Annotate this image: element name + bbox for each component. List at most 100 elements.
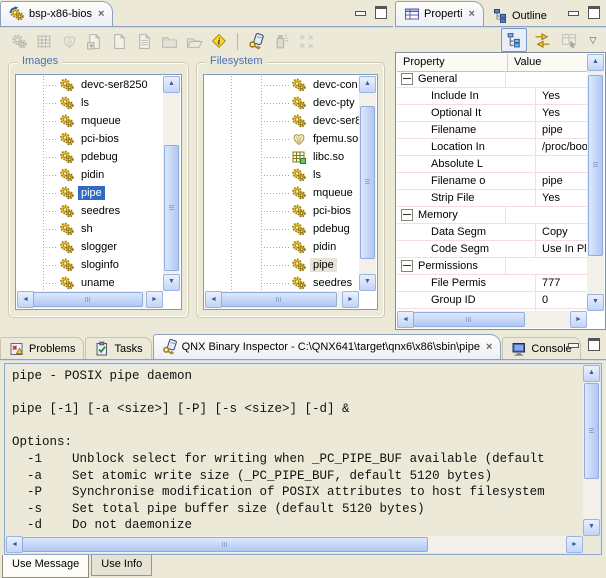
add-library-icon[interactable] [32, 30, 56, 52]
scroll-down-button[interactable]: ▼ [587, 294, 604, 311]
open-folder-icon[interactable] [182, 30, 206, 52]
folder-icon[interactable] [157, 30, 181, 52]
property-row[interactable]: Filename pipe [397, 122, 587, 139]
minimize-button[interactable] [352, 5, 369, 19]
scrollbar-thumb[interactable] [360, 106, 375, 259]
scroll-right-button[interactable]: ► [342, 291, 359, 308]
scrollbar-thumb[interactable] [584, 383, 599, 479]
view-menu-button[interactable]: ▽ [584, 35, 602, 46]
scrollbar-thumb[interactable] [33, 292, 143, 307]
property-row[interactable]: Absolute L [397, 156, 587, 173]
scroll-left-button[interactable]: ◄ [6, 536, 23, 553]
property-row[interactable]: Include In Yes [397, 88, 587, 105]
scroll-left-button[interactable]: ◄ [205, 291, 222, 308]
tab-properties[interactable]: Properti × [395, 1, 484, 26]
bottom-tab[interactable]: Problems × [0, 337, 84, 359]
tree-item[interactable]: pdebug [205, 220, 359, 238]
scroll-down-button[interactable]: ▼ [359, 274, 376, 291]
tree-item[interactable]: pidin [205, 238, 359, 256]
binary-inspector-icon[interactable] [244, 30, 268, 52]
script-file-icon[interactable] [132, 30, 156, 52]
scrollbar-thumb[interactable] [22, 537, 428, 552]
tree-item[interactable]: libc.so [205, 148, 359, 166]
tree-item[interactable]: devc-pty [205, 94, 359, 112]
scrollbar-thumb[interactable] [221, 292, 337, 307]
tree-item[interactable]: pdebug [17, 148, 163, 166]
property-row[interactable]: Location In /proc/boot [397, 139, 587, 156]
shell-icon[interactable] [57, 30, 81, 52]
combine-icon[interactable] [294, 30, 318, 52]
tree-item[interactable]: devc-con [205, 76, 359, 94]
footer-tab[interactable]: Use Message [2, 555, 89, 578]
expander-minus-icon[interactable] [401, 73, 413, 85]
tree-item[interactable]: ls [17, 94, 163, 112]
property-row[interactable]: Optional It Yes [397, 105, 587, 122]
info-icon[interactable] [207, 30, 231, 52]
new-file-icon[interactable] [107, 30, 131, 52]
vertical-scrollbar[interactable]: ▲▼ [359, 76, 376, 291]
tree-item[interactable]: seedres [17, 202, 163, 220]
scroll-left-button[interactable]: ◄ [397, 311, 414, 328]
expander-minus-icon[interactable] [401, 260, 413, 272]
show-tree-button[interactable] [501, 28, 527, 52]
usage-text[interactable]: pipe - POSIX pipe daemon pipe [-1] [-a <… [12, 368, 580, 535]
property-row[interactable]: Code Segm Use In Place [397, 241, 587, 258]
tree-item[interactable]: mqueue [205, 184, 359, 202]
tree-item[interactable]: uname [17, 274, 163, 291]
scroll-left-button[interactable]: ◄ [17, 291, 34, 308]
tree-item[interactable]: sh [17, 220, 163, 238]
close-icon[interactable]: × [469, 8, 475, 20]
property-row[interactable]: Permissions [397, 258, 587, 275]
scroll-down-button[interactable]: ▼ [163, 274, 180, 291]
tree-item[interactable]: mqueue [17, 112, 163, 130]
images-tree[interactable]: devc-ser8250 ls mqueue pci-bios pdebug p… [15, 74, 182, 310]
value-column-header[interactable]: Value [508, 54, 587, 71]
tab-outline[interactable]: Outline [484, 5, 555, 26]
copy-file-icon[interactable] [82, 30, 106, 52]
scroll-down-button[interactable]: ▼ [583, 519, 600, 536]
property-row[interactable]: Group ID 0 [397, 292, 587, 309]
tree-item[interactable]: seedres [205, 274, 359, 291]
tree-item[interactable]: devc-ser8250 [17, 76, 163, 94]
close-icon[interactable]: × [98, 8, 104, 20]
restore-value-button[interactable] [557, 29, 581, 51]
tree-item[interactable]: pidin [17, 166, 163, 184]
gears-icon[interactable] [7, 30, 31, 52]
bottom-tab[interactable]: QNX Binary Inspector - C:\QNX641\target\… [153, 334, 502, 359]
tree-item[interactable]: pci-bios [17, 130, 163, 148]
scroll-right-button[interactable]: ► [570, 311, 587, 328]
tree-item[interactable]: pci-bios [205, 202, 359, 220]
scroll-up-button[interactable]: ▲ [587, 54, 604, 71]
pin-button[interactable] [530, 29, 554, 51]
property-row[interactable]: Strip File Yes [397, 190, 587, 207]
maximize-button[interactable] [586, 5, 603, 19]
bottom-tab[interactable]: Tasks × [85, 337, 151, 359]
vertical-scrollbar[interactable]: ▲▼ [163, 76, 180, 291]
scrollbar-thumb[interactable] [588, 75, 603, 257]
tree-item[interactable]: pipe [205, 256, 359, 274]
filesystem-tree[interactable]: devc-con devc-pty devc-ser8250 fpemu.so.… [203, 74, 378, 310]
minimize-button[interactable] [565, 5, 582, 19]
horizontal-scrollbar[interactable]: ◄► [205, 291, 359, 308]
property-column-header[interactable]: Property [397, 54, 508, 71]
property-row[interactable]: Filename o pipe [397, 173, 587, 190]
tree-item[interactable]: ls [205, 166, 359, 184]
tree-item[interactable]: slogger [17, 238, 163, 256]
scroll-up-button[interactable]: ▲ [583, 365, 600, 382]
tree-item[interactable]: pipe [17, 184, 163, 202]
property-row[interactable]: Data Segm Copy [397, 224, 587, 241]
property-row[interactable]: General [397, 71, 587, 88]
scroll-up-button[interactable]: ▲ [163, 76, 180, 93]
property-row[interactable]: File Permis 777 [397, 275, 587, 292]
horizontal-scrollbar[interactable]: ◄► [397, 311, 587, 328]
footer-tab[interactable]: Use Info [91, 555, 152, 576]
tree-item[interactable]: sloginfo [17, 256, 163, 274]
scroll-right-button[interactable]: ► [146, 291, 163, 308]
horizontal-scrollbar[interactable]: ◄► [17, 291, 163, 308]
maximize-button[interactable] [373, 5, 390, 19]
scrollbar-thumb[interactable] [413, 312, 525, 327]
minimize-button[interactable] [565, 337, 582, 351]
vertical-scrollbar[interactable]: ▲▼ [587, 54, 604, 311]
scrollbar-thumb[interactable] [164, 145, 179, 272]
scroll-right-button[interactable]: ► [566, 536, 583, 553]
